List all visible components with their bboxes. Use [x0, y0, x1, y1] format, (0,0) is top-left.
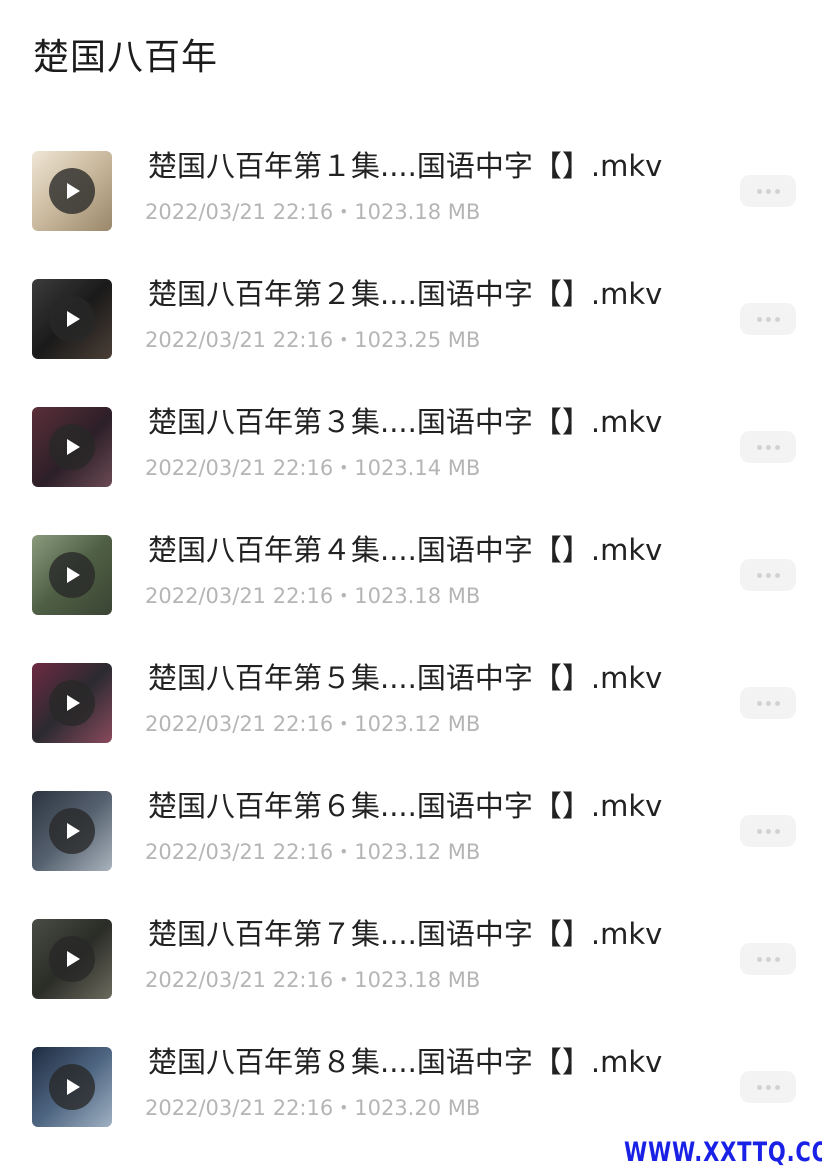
meta-separator: ・: [333, 328, 355, 352]
file-name: 楚国八百年第６集....国语中字【】.mkv: [148, 789, 663, 823]
list-item[interactable]: 楚国八百年第５集....国语中字【】.mkv 2022/03/21 22:16・…: [0, 661, 822, 791]
file-meta: 2022/03/21 22:16・1023.12 MB: [145, 837, 705, 867]
more-options-button[interactable]: [740, 559, 796, 591]
meta-separator: ・: [333, 968, 355, 992]
list-item[interactable]: 楚国八百年第６集....国语中字【】.mkv 2022/03/21 22:16・…: [0, 789, 822, 919]
more-dots-icon: [765, 956, 771, 962]
more-options-button[interactable]: [740, 687, 796, 719]
more-dots-icon: [774, 188, 780, 194]
file-size: 1023.12 MB: [354, 840, 481, 864]
file-date: 2022/03/21 22:16: [145, 840, 334, 864]
more-options-button[interactable]: [740, 1071, 796, 1103]
file-date: 2022/03/21 22:16: [145, 1096, 334, 1120]
file-meta: 2022/03/21 22:16・1023.18 MB: [145, 581, 705, 611]
more-dots-icon: [756, 1084, 762, 1090]
file-name: 楚国八百年第１集....国语中字【】.mkv: [148, 149, 663, 183]
more-dots-icon: [765, 828, 771, 834]
video-thumbnail[interactable]: [32, 663, 112, 743]
file-size: 1023.18 MB: [354, 584, 481, 608]
more-dots-icon: [774, 1084, 780, 1090]
file-name: 楚国八百年第７集....国语中字【】.mkv: [148, 917, 663, 951]
play-icon[interactable]: [49, 552, 95, 598]
play-icon[interactable]: [49, 936, 95, 982]
file-size: 1023.20 MB: [354, 1096, 481, 1120]
more-dots-icon: [774, 572, 780, 578]
file-meta: 2022/03/21 22:16・1023.18 MB: [145, 197, 705, 227]
video-thumbnail[interactable]: [32, 279, 112, 359]
meta-separator: ・: [333, 712, 355, 736]
file-name: 楚国八百年第５集....国语中字【】.mkv: [148, 661, 663, 695]
more-dots-icon: [756, 956, 762, 962]
file-name: 楚国八百年第８集....国语中字【】.mkv: [148, 1045, 663, 1079]
more-dots-icon: [774, 956, 780, 962]
more-dots-icon: [765, 700, 771, 706]
play-icon[interactable]: [49, 424, 95, 470]
file-date: 2022/03/21 22:16: [145, 328, 334, 352]
more-dots-icon: [756, 444, 762, 450]
file-name: 楚国八百年第２集....国语中字【】.mkv: [148, 277, 663, 311]
file-meta: 2022/03/21 22:16・1023.12 MB: [145, 709, 705, 739]
list-item[interactable]: 楚国八百年第４集....国语中字【】.mkv 2022/03/21 22:16・…: [0, 533, 822, 663]
list-item[interactable]: 楚国八百年第３集....国语中字【】.mkv 2022/03/21 22:16・…: [0, 405, 822, 535]
file-meta: 2022/03/21 22:16・1023.25 MB: [145, 325, 705, 355]
more-dots-icon: [756, 828, 762, 834]
list-item[interactable]: 楚国八百年第７集....国语中字【】.mkv 2022/03/21 22:16・…: [0, 917, 822, 1047]
page-title: 楚国八百年: [33, 37, 219, 78]
meta-separator: ・: [333, 456, 355, 480]
file-meta: 2022/03/21 22:16・1023.14 MB: [145, 453, 705, 483]
file-meta: 2022/03/21 22:16・1023.20 MB: [145, 1093, 705, 1123]
more-dots-icon: [765, 1084, 771, 1090]
list-item[interactable]: 楚国八百年第２集....国语中字【】.mkv 2022/03/21 22:16・…: [0, 277, 822, 407]
more-dots-icon: [774, 316, 780, 322]
file-size: 1023.12 MB: [354, 712, 481, 736]
meta-separator: ・: [333, 1096, 355, 1120]
play-icon[interactable]: [49, 680, 95, 726]
more-dots-icon: [774, 444, 780, 450]
more-dots-icon: [756, 700, 762, 706]
video-thumbnail[interactable]: [32, 919, 112, 999]
file-date: 2022/03/21 22:16: [145, 584, 334, 608]
more-dots-icon: [765, 572, 771, 578]
more-options-button[interactable]: [740, 175, 796, 207]
video-thumbnail[interactable]: [32, 151, 112, 231]
more-dots-icon: [774, 828, 780, 834]
more-dots-icon: [774, 700, 780, 706]
list-item[interactable]: 楚国八百年第１集....国语中字【】.mkv 2022/03/21 22:16・…: [0, 149, 822, 279]
more-dots-icon: [765, 316, 771, 322]
more-options-button[interactable]: [740, 943, 796, 975]
video-thumbnail[interactable]: [32, 1047, 112, 1127]
play-icon[interactable]: [49, 808, 95, 854]
play-icon[interactable]: [49, 296, 95, 342]
meta-separator: ・: [333, 200, 355, 224]
file-meta: 2022/03/21 22:16・1023.18 MB: [145, 965, 705, 995]
more-dots-icon: [756, 188, 762, 194]
more-options-button[interactable]: [740, 303, 796, 335]
video-thumbnail[interactable]: [32, 535, 112, 615]
file-size: 1023.14 MB: [354, 456, 481, 480]
more-options-button[interactable]: [740, 431, 796, 463]
file-size: 1023.25 MB: [354, 328, 481, 352]
more-dots-icon: [765, 444, 771, 450]
file-name: 楚国八百年第４集....国语中字【】.mkv: [148, 533, 663, 567]
meta-separator: ・: [333, 584, 355, 608]
file-date: 2022/03/21 22:16: [145, 712, 334, 736]
file-list-page: 楚国八百年 楚国八百年第１集....国语中字【】.mkv 2022/03/21 …: [0, 0, 822, 1172]
more-options-button[interactable]: [740, 815, 796, 847]
play-icon[interactable]: [49, 168, 95, 214]
more-dots-icon: [765, 188, 771, 194]
file-size: 1023.18 MB: [354, 200, 481, 224]
file-date: 2022/03/21 22:16: [145, 200, 334, 224]
file-date: 2022/03/21 22:16: [145, 968, 334, 992]
file-size: 1023.18 MB: [354, 968, 481, 992]
more-dots-icon: [756, 572, 762, 578]
file-date: 2022/03/21 22:16: [145, 456, 334, 480]
file-name: 楚国八百年第３集....国语中字【】.mkv: [148, 405, 663, 439]
video-thumbnail[interactable]: [32, 407, 112, 487]
video-thumbnail[interactable]: [32, 791, 112, 871]
watermark: WWW.XXTTQ.COM: [624, 1137, 822, 1168]
meta-separator: ・: [333, 840, 355, 864]
play-icon[interactable]: [49, 1064, 95, 1110]
more-dots-icon: [756, 316, 762, 322]
